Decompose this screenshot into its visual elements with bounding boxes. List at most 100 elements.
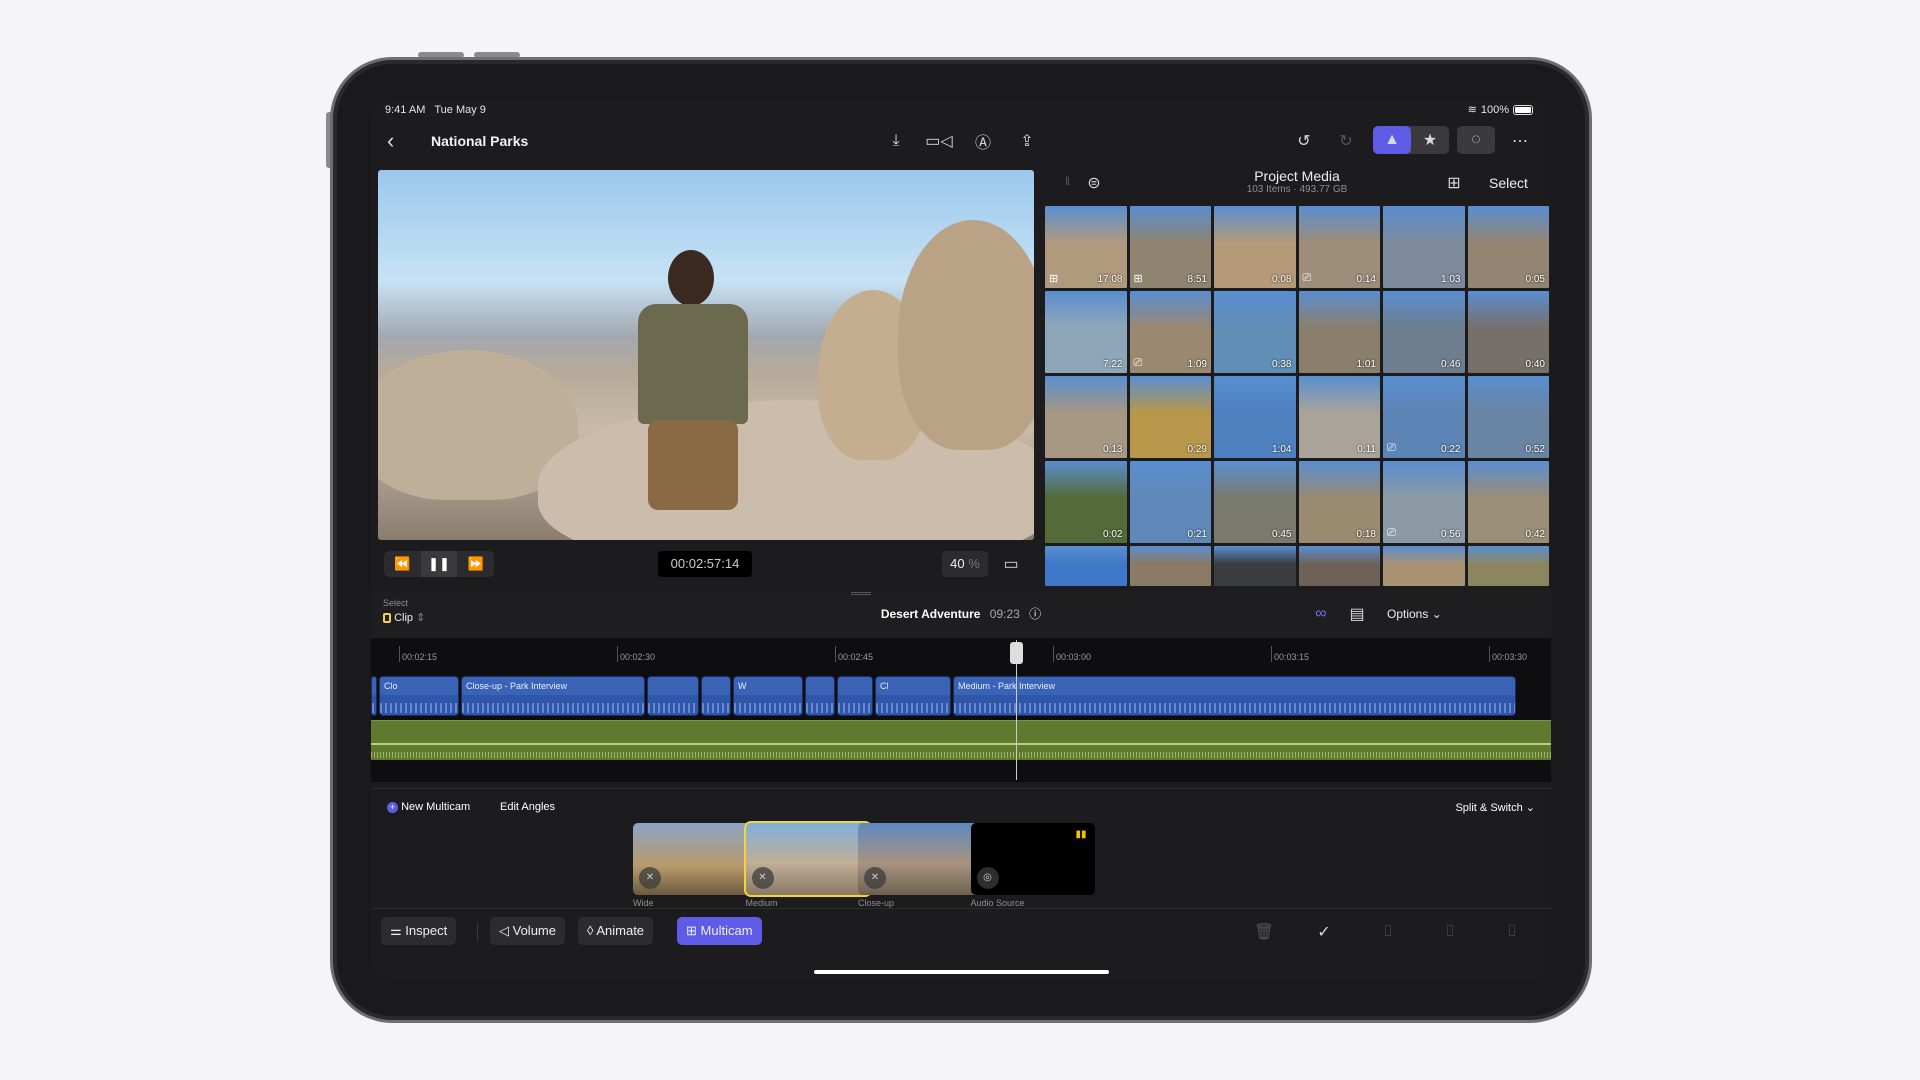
bottom-toolbar: ⚌ Inspect ◁ Volume ◊ Animate ⊞ Multicam … [371,908,1551,958]
video-clip[interactable]: Close-up - Park Interview [461,676,645,716]
clip-appearance-icon[interactable]: ▤ [1344,601,1370,627]
media-thumbnail[interactable]: 1:04 [1214,376,1296,458]
multicam-button[interactable]: ⊞ Multicam [677,917,762,945]
media-thumbnail[interactable]: 0:38 [1214,291,1296,373]
split-switch-dropdown[interactable]: Split & Switch ⌄ [1455,801,1535,814]
media-thumbnail[interactable] [1214,546,1296,586]
media-thumbnail[interactable] [1467,546,1549,586]
media-thumbnail[interactable] [1298,546,1380,586]
info-icon[interactable]: ⓘ [1029,607,1041,621]
voiceover-icon[interactable]: Ⓐ [970,128,996,154]
share-icon[interactable]: ⇪ [1014,128,1040,154]
media-thumbnail[interactable]: 0:18 [1298,461,1380,543]
trim-end-icon[interactable]: ⌷ [1499,919,1525,945]
media-thumbnail[interactable]: 0:21 [1129,461,1211,543]
photos-icon[interactable]: ▲ [1373,126,1411,154]
animate-button[interactable]: ◊ Animate [578,917,654,945]
media-thumbnail[interactable]: 0:08 [1214,206,1296,288]
video-clip[interactable]: W [733,676,803,716]
back-button[interactable]: ‹ [387,128,394,154]
mute-icon[interactable]: ✕ [751,867,774,889]
viewer-zoom[interactable]: 40 % [942,551,988,577]
import-icon[interactable]: ⤓ [883,128,909,154]
playhead-handle[interactable] [1010,642,1023,664]
new-multicam-button[interactable]: + New Multicam [387,801,470,813]
volume-button[interactable]: ◁ Volume [490,917,565,945]
video-clip[interactable]: Medium - Park Interview [953,676,1516,716]
media-thumbnail[interactable]: 0:29 [1129,376,1211,458]
trim-start-icon[interactable]: ⌷ [1437,919,1463,945]
link-icon[interactable]: ∞ [1308,601,1334,627]
forward-button[interactable]: ⏩ [457,551,494,577]
zoom-unit: % [968,556,980,571]
favorites-icon[interactable]: ★ [1411,126,1449,154]
status-right: ≋ 100% [1468,103,1533,116]
angle-thumbnail[interactable]: ✕ [858,823,982,895]
redo-icon[interactable]: ↻ [1333,128,1359,154]
trash-icon[interactable]: 🗑 [1251,919,1277,945]
video-clip[interactable] [701,676,731,716]
media-thumbnail[interactable]: 0:42 [1467,461,1549,543]
video-clip[interactable] [371,676,377,716]
mute-icon[interactable]: ✕ [639,867,661,889]
media-thumbnail[interactable]: 0:13 [1045,376,1127,458]
grid-view-icon[interactable]: ⊞ [1441,170,1467,196]
clip-duration: 1:03 [1441,274,1461,285]
media-thumbnail[interactable]: 0:52 [1467,376,1549,458]
clip-label: Close-up - Park Interview [462,677,644,695]
undo-icon[interactable]: ↺ [1291,128,1317,154]
mute-icon[interactable]: ✕ [864,867,886,889]
project-name: Desert Adventure [880,607,981,621]
video-clip[interactable]: Cl [875,676,951,716]
media-thumbnail[interactable] [1129,546,1211,586]
split-icon[interactable]: ⌷ [1375,919,1401,945]
media-thumbnail[interactable]: 0:05 [1467,206,1549,288]
audio-source-icon[interactable]: ◎ [976,867,999,889]
angle-thumbnail[interactable]: ✕ [743,821,872,897]
timeline-ruler[interactable]: 00:02:15 00:02:30 00:02:45 00:03:00 00:03:15… [371,638,1551,668]
options-button[interactable]: Options ⌄ [1387,607,1442,621]
media-thumbnail[interactable] [1383,546,1465,586]
media-thumbnail[interactable]: 0:45 [1214,461,1296,543]
media-thumbnail[interactable]: 1:01 [1298,291,1380,373]
media-thumbnail[interactable] [1045,546,1127,586]
video-clip[interactable] [647,676,699,716]
media-thumbnail[interactable]: ⎚ 0:14 [1298,206,1380,288]
media-thumbnail[interactable]: 0:40 [1467,291,1549,373]
media-thumbnail[interactable]: ⎚ 0:22 [1383,376,1465,458]
pause-button[interactable]: ❚❚ [420,551,458,577]
checkmark-icon[interactable]: ✓ [1311,919,1337,945]
media-thumbnail[interactable]: 0:46 [1383,291,1465,373]
video-clip[interactable]: Clo [379,676,459,716]
media-thumbnail[interactable]: 0:11 [1298,376,1380,458]
angle-thumbnail[interactable]: ✕ [633,823,757,895]
video-clip[interactable] [805,676,835,716]
media-thumbnail[interactable]: ⎚ 0:56 [1383,461,1465,543]
audio-clip[interactable] [371,720,1551,760]
snapping-toggle[interactable]: ◌ [1457,126,1495,154]
media-thumbnail[interactable]: 0:02 [1045,461,1127,543]
edit-angles-button[interactable]: Edit Angles [500,801,555,813]
home-indicator[interactable] [814,970,1109,974]
clip-waveform [702,703,730,713]
resize-handle[interactable] [851,592,871,595]
clip-label [372,677,376,695]
scene-person [628,250,758,520]
media-thumbnail[interactable]: 7:22 [1045,291,1127,373]
rewind-button[interactable]: ⏪ [384,551,421,577]
media-thumbnail[interactable]: ⊞ 17:08 [1045,206,1127,288]
select-button[interactable]: Select [1489,175,1528,191]
display-options-icon[interactable]: ▭ [998,551,1024,577]
inspect-button[interactable]: ⚌ Inspect [381,917,457,945]
more-icon[interactable]: ⋯ [1507,128,1533,154]
camera-icon[interactable]: ▭◁ [925,128,952,154]
video-clip[interactable] [837,676,873,716]
media-thumbnail[interactable]: ⎚ 1:09 [1129,291,1211,373]
sliders-icon: ⚌ [390,923,402,938]
angle-thumbnail[interactable]: ◎ ▮▮ [970,823,1095,895]
media-thumbnail[interactable]: ⊞ 8:51 [1129,206,1211,288]
ruler-tick-label: 00:03:00 [1053,646,1091,662]
media-thumbnail[interactable]: 1:03 [1383,206,1465,288]
timecode-display[interactable]: 00:02:57:14 [658,551,752,577]
video-viewer[interactable] [378,170,1034,540]
